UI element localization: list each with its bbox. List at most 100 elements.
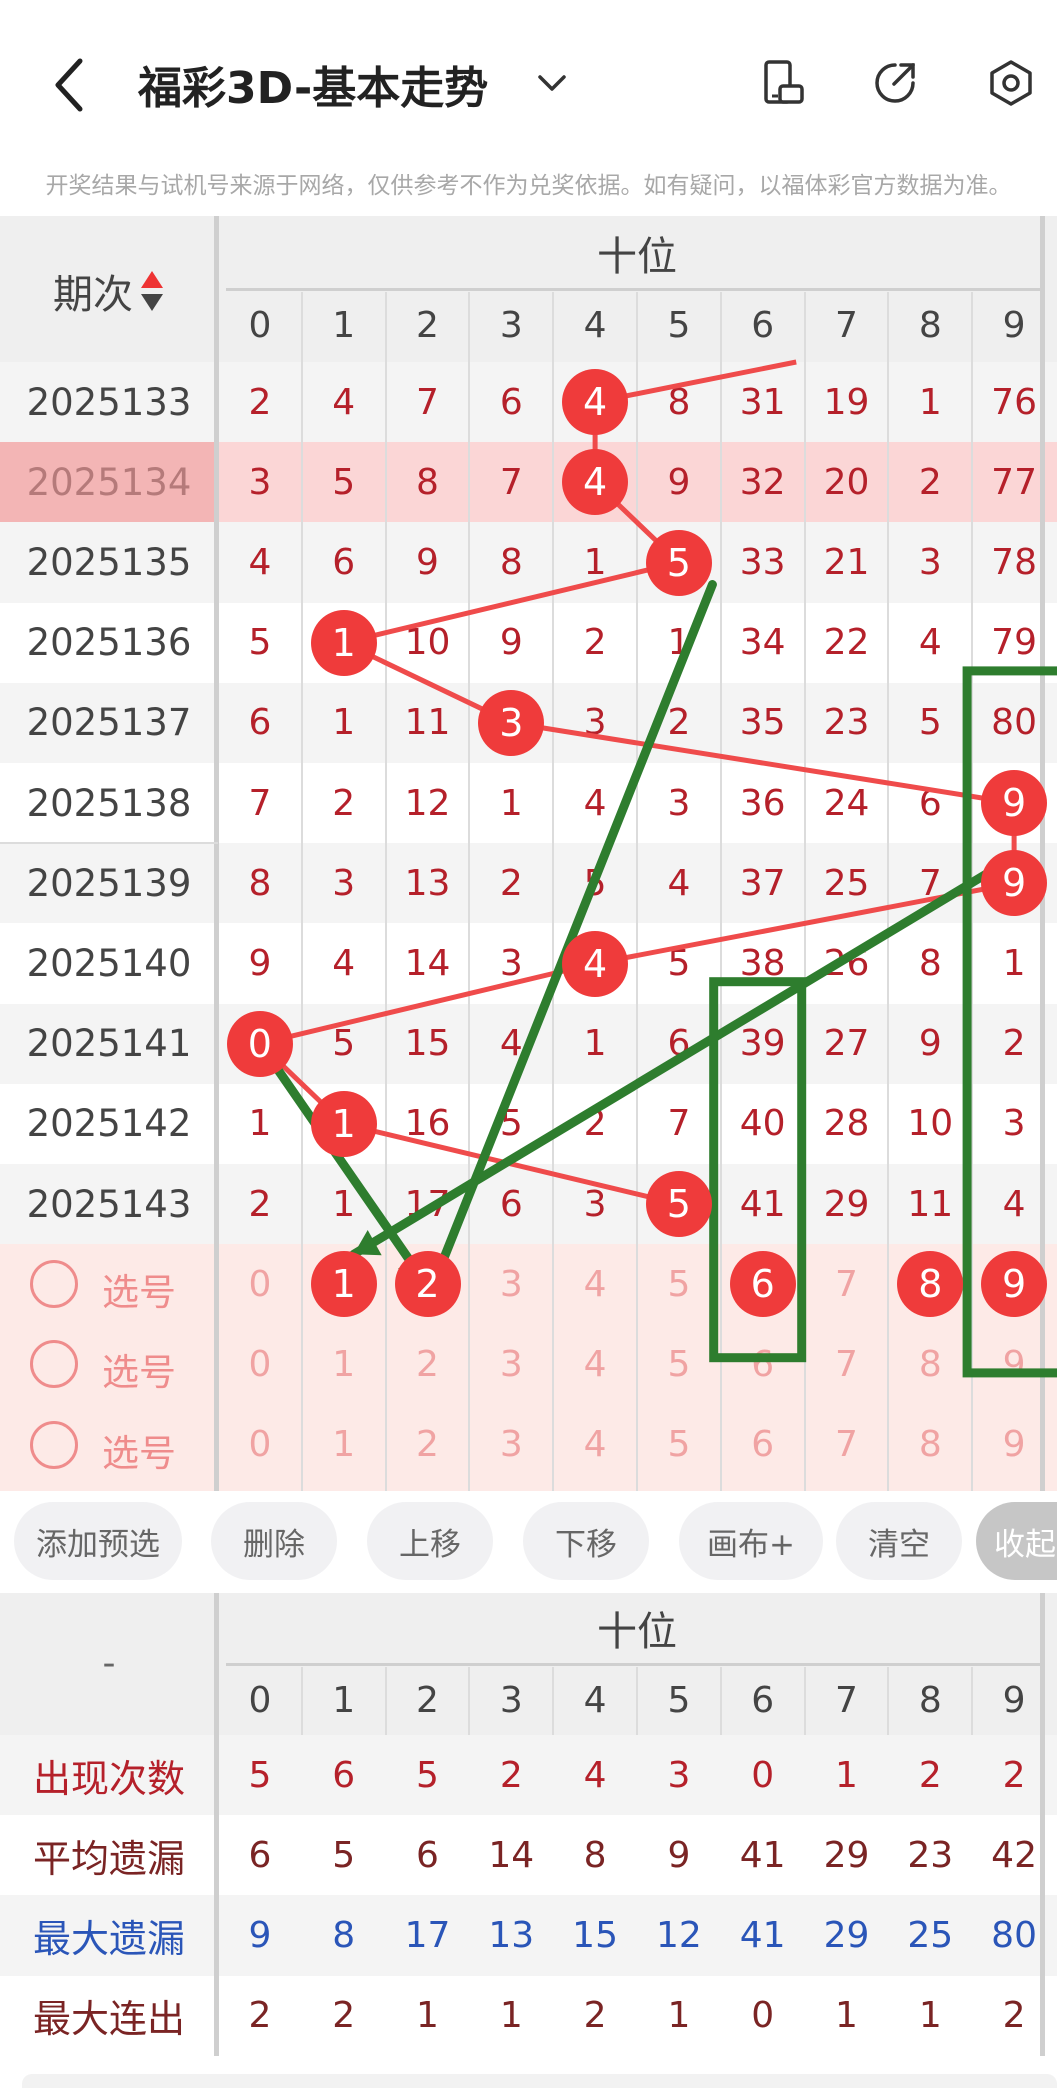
stats-issue-divider bbox=[214, 1593, 219, 2056]
stats-column-divider bbox=[468, 1667, 471, 1735]
stats-value: 2 bbox=[918, 1754, 942, 1796]
stats-value: 14 bbox=[488, 1834, 535, 1876]
stats-digit-header-3: 3 bbox=[499, 1679, 523, 1721]
stats-row-label: 最大遗漏 bbox=[32, 1916, 185, 1961]
trend-chart: 十位 期次 0 1 2 3 4 5 6 7 8 9 2025133 2 4 7 6 8 31 19 1 76 2025134… bbox=[0, 216, 1057, 1491]
stats-value: 2 bbox=[332, 1995, 356, 2037]
stats-value: 13 bbox=[488, 1914, 535, 1956]
stats-row-label: 最大连出 bbox=[32, 1997, 185, 2042]
top-app-bar: 福彩3D-基本走势 开奖结果与试机号来源于网络，仅供参考不作为兑奖依据。如有疑问… bbox=[0, 0, 1057, 199]
page-title[interactable]: 福彩3D-基本走势 bbox=[138, 52, 488, 116]
stats-value: 5 bbox=[332, 1834, 356, 1876]
stats-column-divider bbox=[719, 1667, 722, 1735]
hit-ball: 3 bbox=[478, 689, 545, 756]
stats-value: 5 bbox=[416, 1754, 439, 1796]
stats-column-divider bbox=[887, 1667, 890, 1735]
stats-value: 1 bbox=[416, 1995, 439, 2037]
stats-digit-header-7: 7 bbox=[835, 1679, 858, 1721]
hit-ball: 5 bbox=[645, 1171, 712, 1238]
button-1[interactable]: 删除 bbox=[211, 1502, 337, 1580]
hit-ball: 9 bbox=[981, 850, 1048, 917]
hit-ball: 1 bbox=[310, 609, 377, 676]
stats-value: 4 bbox=[583, 1754, 607, 1796]
button-2[interactable]: 上移 bbox=[367, 1502, 493, 1580]
button-5[interactable]: 清空 bbox=[836, 1502, 962, 1580]
hit-ball: 4 bbox=[562, 449, 629, 516]
share-icon[interactable] bbox=[870, 58, 920, 108]
stats-value: 6 bbox=[332, 1754, 356, 1796]
stats-value: 1 bbox=[918, 1995, 942, 2037]
stats-column-divider bbox=[552, 1667, 555, 1735]
stats-value: 5 bbox=[248, 1754, 272, 1796]
stats-value: 1 bbox=[835, 1754, 858, 1796]
stats-column-divider bbox=[384, 1667, 387, 1735]
stats-value: 25 bbox=[907, 1914, 954, 1956]
stats-group-label: 十位 bbox=[597, 1609, 677, 1655]
annotation-arrow-0-to-2 bbox=[255, 1039, 428, 1285]
stats-column-divider bbox=[971, 1667, 974, 1735]
stats-digit-header-6: 6 bbox=[751, 1679, 775, 1721]
stats-row-label: 出现次数 bbox=[32, 1756, 185, 1801]
stats-column-divider bbox=[636, 1667, 638, 1735]
stats-value: 0 bbox=[751, 1995, 775, 2037]
stats-value: 6 bbox=[416, 1834, 439, 1876]
rotate-screen-icon[interactable] bbox=[758, 58, 808, 108]
stats-value: 0 bbox=[751, 1754, 775, 1796]
hit-ball: 1 bbox=[310, 1090, 377, 1157]
stats-column-divider bbox=[803, 1667, 806, 1735]
stats-column-divider bbox=[300, 1667, 303, 1735]
button-3[interactable]: 下移 bbox=[523, 1502, 649, 1580]
stats-value: 29 bbox=[823, 1914, 870, 1956]
stats-digit-header-5: 5 bbox=[667, 1679, 691, 1721]
trend-line-segment bbox=[343, 560, 680, 646]
settings-icon[interactable] bbox=[986, 58, 1036, 108]
stats-value: 2 bbox=[248, 1995, 272, 2037]
back-arrow-icon[interactable] bbox=[50, 55, 90, 115]
stats-value: 1 bbox=[499, 1995, 523, 2037]
hit-ball: 9 bbox=[981, 770, 1048, 837]
stats-digit-header-2: 2 bbox=[416, 1679, 439, 1721]
stats-value: 1 bbox=[835, 1995, 858, 2037]
trend-overlay bbox=[255, 359, 1057, 1378]
stats-value: 3 bbox=[667, 1754, 691, 1796]
stats-value: 9 bbox=[667, 1834, 691, 1876]
button-4[interactable]: 画布+ bbox=[679, 1502, 823, 1580]
stats-value: 6 bbox=[248, 1834, 272, 1876]
stats-value: 15 bbox=[572, 1914, 618, 1956]
selected-ball[interactable]: 9 bbox=[981, 1251, 1048, 1318]
stats-digit-header-8: 8 bbox=[918, 1679, 942, 1721]
stats-digit-header-4: 4 bbox=[583, 1679, 607, 1721]
stats-row-label: 平均遗漏 bbox=[32, 1836, 185, 1881]
stats-value: 2 bbox=[499, 1754, 523, 1796]
selected-ball[interactable]: 6 bbox=[729, 1251, 796, 1318]
stats-value: 2 bbox=[583, 1995, 607, 2037]
selected-ball[interactable]: 2 bbox=[394, 1251, 461, 1318]
stats-value: 9 bbox=[248, 1914, 272, 1956]
stats-digit-header-1: 1 bbox=[332, 1679, 356, 1721]
stats-value: 29 bbox=[823, 1834, 870, 1876]
lottery-trend-app: 福彩3D-基本走势 开奖结果与试机号来源于网络，仅供参考不作为兑奖依据。如有疑问… bbox=[0, 0, 1057, 2088]
selected-ball[interactable]: 1 bbox=[310, 1251, 377, 1318]
button-6[interactable]: 收起 bbox=[976, 1502, 1057, 1580]
hit-ball: 0 bbox=[226, 1010, 293, 1077]
stats-value: 12 bbox=[655, 1914, 702, 1956]
hit-ball: 4 bbox=[562, 369, 629, 436]
statistics-table: 十位 -0 1 2 3 4 5 6 7 8 9 出现次数 5 6 5 2 4 3 0 1 2 2 平均遗漏 6 5 6 14 8 9 41… bbox=[0, 1593, 1057, 2063]
disclaimer-notice: 开奖结果与试机号来源于网络，仅供参考不作为兑奖依据。如有疑问，以福体彩官方数据为… bbox=[45, 173, 1012, 199]
stats-digit-header-0: 0 bbox=[248, 1679, 272, 1721]
stats-value: 41 bbox=[739, 1834, 786, 1876]
stats-value: 8 bbox=[583, 1834, 607, 1876]
stats-value: 8 bbox=[332, 1914, 356, 1956]
hit-ball: 4 bbox=[562, 930, 629, 997]
stats-value: 1 bbox=[667, 1995, 691, 2037]
stats-value: 23 bbox=[907, 1834, 954, 1876]
bottom-sheet-edge bbox=[22, 2074, 1057, 2088]
stats-value: 41 bbox=[739, 1914, 786, 1956]
trend-line-segment bbox=[510, 720, 1015, 806]
hit-ball: 5 bbox=[645, 529, 712, 596]
button-0[interactable]: 添加预选 bbox=[14, 1502, 182, 1580]
chevron-down-icon[interactable] bbox=[534, 68, 570, 98]
stats-corner-label: - bbox=[102, 1642, 116, 1684]
stats-right-divider bbox=[1040, 1593, 1045, 2056]
stats-value: 17 bbox=[404, 1914, 451, 1956]
